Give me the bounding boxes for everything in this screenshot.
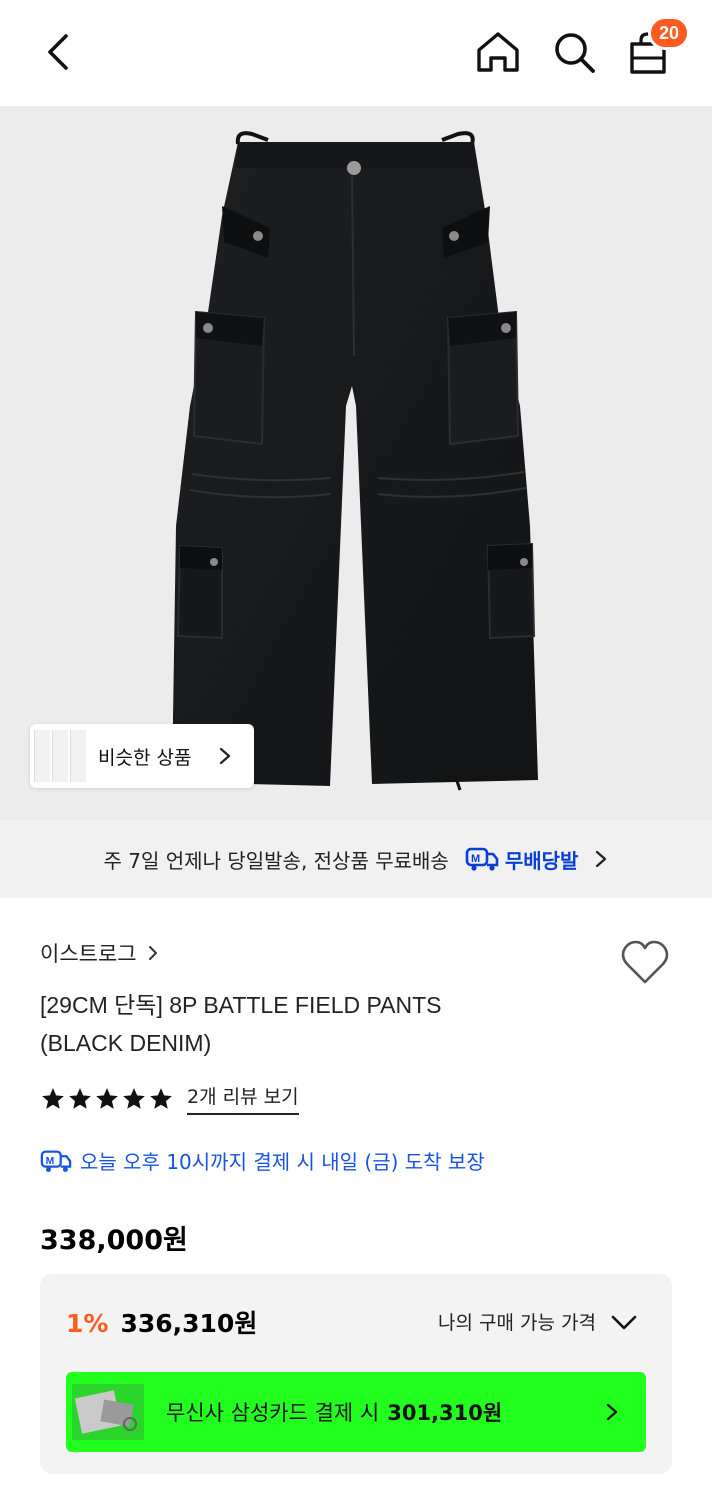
brand-name: 이스트로그 bbox=[40, 942, 137, 966]
shipping-brand-label: 무배당발 bbox=[504, 848, 579, 873]
star-icon bbox=[150, 1087, 172, 1109]
shipping-brand: M 무배당발 bbox=[465, 845, 579, 874]
discount-price: 336,310원 bbox=[120, 1309, 258, 1338]
chevron-right-icon bbox=[606, 1403, 618, 1421]
discount-rate: 1% bbox=[66, 1309, 109, 1338]
star-icon bbox=[42, 1087, 64, 1109]
cargo-pants-illustration bbox=[172, 131, 538, 791]
svg-text:M: M bbox=[46, 1155, 55, 1166]
delivery-truck-icon: M bbox=[40, 1149, 72, 1172]
product-title-line-2: (BLACK DENIM) bbox=[40, 1030, 212, 1056]
rating-row: 2개 리뷰 보기 bbox=[40, 1082, 299, 1115]
product-title: [29CM 단독] 8P BATTLE FIELD PANTS (BLACK D… bbox=[40, 986, 600, 1062]
top-bar: 20 bbox=[0, 0, 712, 106]
delivery-promise-text: 오늘 오후 10시까지 결제 시 내일 (금) 도착 보장 bbox=[80, 1150, 485, 1174]
brand-link[interactable]: 이스트로그 bbox=[40, 938, 159, 968]
heart-icon[interactable] bbox=[618, 936, 672, 990]
product-title-line-1: [29CM 단독] 8P BATTLE FIELD PANTS bbox=[40, 992, 442, 1018]
card-offer-text: 무신사 삼성카드 결제 시 bbox=[166, 1401, 380, 1425]
discount-row: 1% 336,310원 bbox=[66, 1304, 257, 1340]
similar-products-label: 비슷한 상품 bbox=[98, 746, 192, 769]
my-price-label: 나의 구매 가능 가격 bbox=[438, 1312, 596, 1334]
rating-stars bbox=[40, 1086, 175, 1112]
shipping-banner[interactable]: 주 7일 언제나 당일발송, 전상품 무료배송 M 무배당발 bbox=[0, 820, 712, 898]
review-link[interactable]: 2개 리뷰 보기 bbox=[187, 1082, 299, 1115]
back-icon[interactable] bbox=[38, 30, 82, 74]
product-price: 338,000원 bbox=[40, 1225, 188, 1256]
chevron-right-icon bbox=[596, 850, 607, 868]
similar-products-thumbnails bbox=[34, 724, 86, 788]
card-offer-price: 301,310원 bbox=[387, 1401, 503, 1425]
card-offer-banner[interactable]: 무신사 삼성카드 결제 시 301,310원 bbox=[66, 1372, 646, 1452]
delivery-truck-icon: M bbox=[465, 847, 499, 871]
star-icon bbox=[69, 1087, 91, 1109]
home-icon[interactable] bbox=[474, 28, 522, 76]
shipping-banner-text: 주 7일 언제나 당일발송, 전상품 무료배송 bbox=[103, 848, 449, 873]
chevron-right-icon bbox=[148, 946, 157, 960]
search-icon[interactable] bbox=[550, 28, 598, 76]
svg-text:M: M bbox=[471, 853, 480, 865]
product-image[interactable] bbox=[0, 106, 712, 820]
cart-count-badge: 20 bbox=[648, 16, 690, 50]
price-box: 1% 336,310원 나의 구매 가능 가격 무신사 삼성카드 결제 시 30… bbox=[40, 1274, 672, 1474]
delivery-promise: M 오늘 오후 10시까지 결제 시 내일 (금) 도착 보장 bbox=[40, 1146, 485, 1175]
star-icon bbox=[96, 1087, 118, 1109]
star-icon bbox=[123, 1087, 145, 1109]
my-price-toggle[interactable]: 나의 구매 가능 가격 bbox=[438, 1308, 638, 1335]
chevron-down-icon bbox=[611, 1315, 637, 1329]
similar-products-button[interactable]: 비슷한 상품 bbox=[30, 724, 254, 788]
card-thumbnail bbox=[72, 1384, 144, 1440]
chevron-right-icon bbox=[219, 747, 231, 765]
